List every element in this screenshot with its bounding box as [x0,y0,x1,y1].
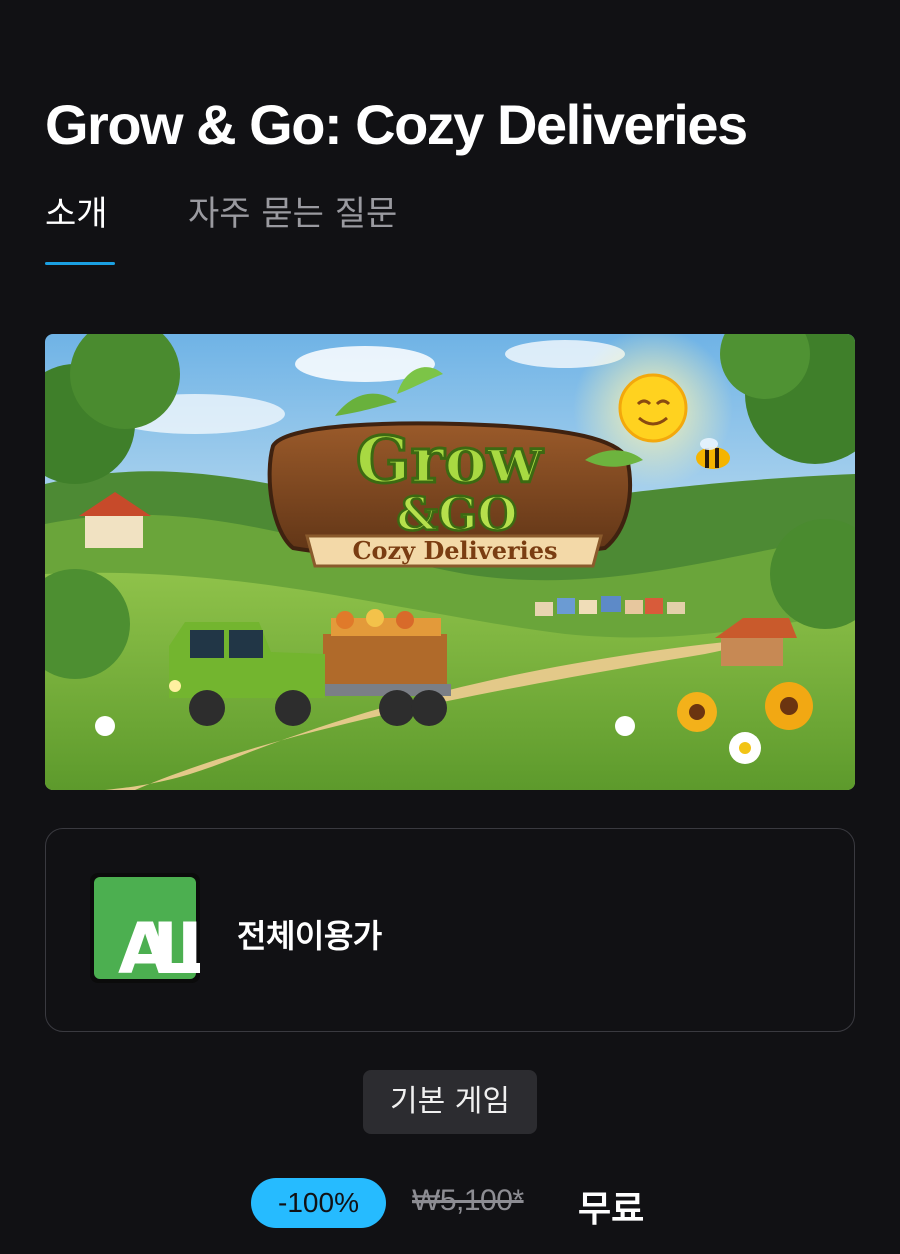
base-game-badge: 기본 게임 [363,1070,537,1134]
hero-image[interactable]: Grow &GO Cozy Deliveries [45,334,855,790]
original-price: ₩5,100* [412,1184,524,1217]
page-title: Grow & Go: Cozy Deliveries [45,93,748,156]
rating-all-letters: ALL [118,908,200,983]
rating-all-icon: ALL [90,873,200,983]
discount-badge: -100% [251,1178,386,1228]
final-price: 무료 [578,1189,645,1230]
age-rating-card: ALL 전체이용가 [45,828,855,1032]
tab-faq[interactable]: 자주 묻는 질문 [188,190,397,238]
logo-tagline: Cozy Deliveries [352,536,557,565]
tab-overview[interactable]: 소개 [45,190,108,238]
active-tab-indicator [45,262,115,265]
price-row: -100% ₩5,100* 무료 [0,1178,900,1230]
hero-illustration: Grow &GO Cozy Deliveries [45,334,855,790]
rating-label: 전체이용가 [237,917,382,955]
tab-bar: 소개 자주 묻는 질문 [45,190,855,266]
logo-subtitle-go: &GO [397,487,518,541]
sun-icon [618,373,688,443]
